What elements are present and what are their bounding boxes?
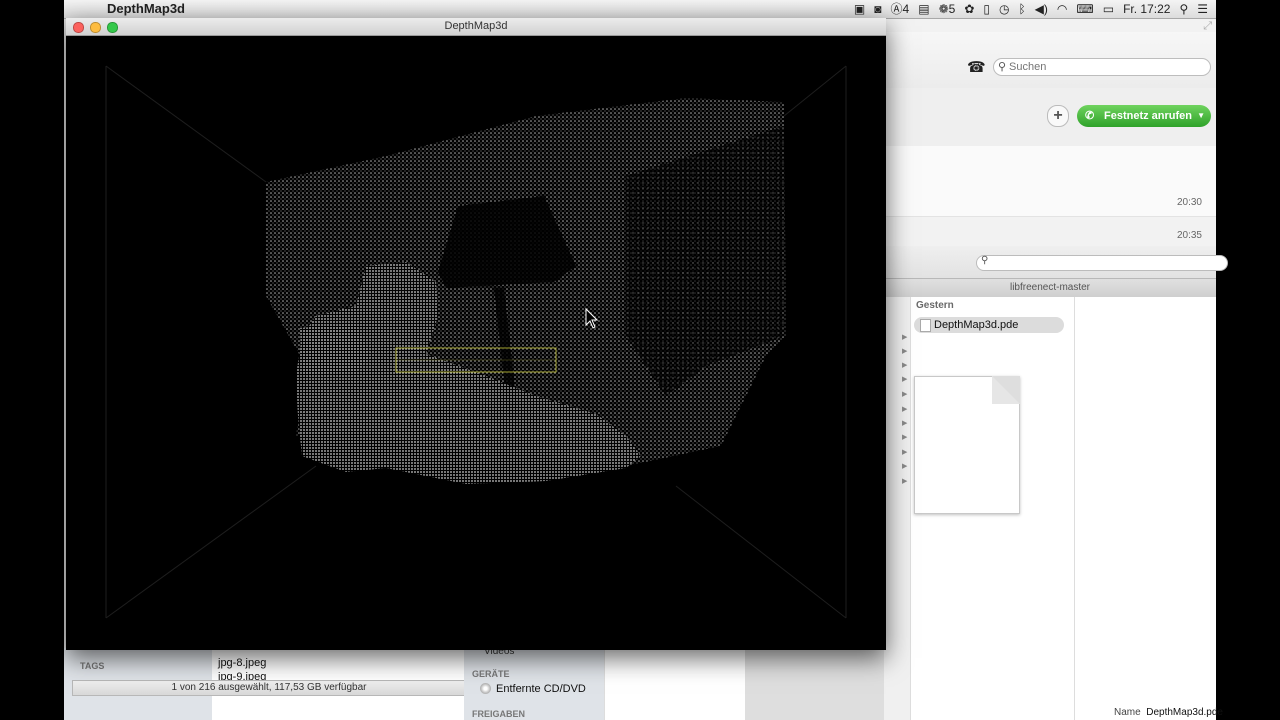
finder-toolbar: ⚲ — [884, 246, 1228, 278]
depthmap3d-window: DepthMap3d — [66, 18, 886, 650]
conversation-row[interactable] — [884, 180, 1216, 217]
disclosure-arrow-icon[interactable]: ▶ — [902, 347, 907, 355]
skype-search-field[interactable]: ⚲ — [993, 58, 1211, 76]
disclosure-arrow-icon[interactable]: ▶ — [902, 333, 907, 341]
conversation-time: 20:35 — [1176, 230, 1202, 241]
remote-disc-label: Entfernte CD/DVD — [496, 683, 586, 695]
bluetooth-icon[interactable]: ᛒ — [1018, 0, 1025, 18]
dialpad-phone-icon[interactable]: ☎ — [967, 58, 986, 76]
disc-icon — [480, 683, 491, 694]
finder-window: ⚲ libfreenect-master ▶ ▶ ▶ ▶ ▶ ▶ ▶ ▶ ▶ ▶… — [884, 246, 1228, 720]
phone-icon: ✆ — [1085, 110, 1095, 122]
chat-icon[interactable]: ▤ — [918, 0, 929, 18]
time-machine-icon[interactable]: ◷ — [999, 0, 1009, 18]
conversation-time: 20:30 — [1176, 197, 1202, 208]
sidebar-devices-header: GERÄTE — [472, 669, 510, 679]
notification-center-icon[interactable]: ☰ — [1197, 0, 1208, 18]
finder-path-title: libfreenect-master — [884, 278, 1216, 298]
status-badge: 4 — [902, 2, 910, 16]
finder-column-parent: ▶ ▶ ▶ ▶ ▶ ▶ ▶ ▶ ▶ ▶ ▶ — [884, 297, 911, 720]
info-value: DepthMap3d.pde — [1146, 707, 1223, 718]
chevron-down-icon[interactable]: ▼ — [1197, 105, 1205, 127]
battery-status-icon[interactable]: ▯ — [983, 0, 990, 18]
spotlight-search-icon[interactable]: ⚲ — [1179, 0, 1188, 18]
tray-icon[interactable]: ◙ — [874, 0, 881, 18]
file-info-name: Name DepthMap3d.pde — [1114, 707, 1223, 718]
keyboard-input-icon[interactable]: ⌨ — [1076, 0, 1093, 18]
disclosure-arrow-icon[interactable]: ▶ — [902, 448, 907, 456]
disclosure-arrow-icon[interactable]: ▶ — [902, 462, 907, 470]
volume-icon[interactable]: ◀) — [1035, 0, 1048, 18]
menu-bar: DepthMap3d ▣ ◙ Ⓐ4 ▤ ❁5 ✿ ▯ ◷ ᛒ ◀) ◠ ⌨ ▭ … — [64, 0, 1216, 19]
search-icon: ⚲ — [981, 255, 989, 266]
wifi-icon[interactable]: ◠ — [1057, 0, 1067, 18]
disclosure-arrow-icon[interactable]: ▶ — [902, 390, 907, 398]
info-label: Name — [1114, 707, 1141, 718]
app-menu[interactable]: DepthMap3d — [107, 0, 185, 18]
document-preview-icon — [914, 376, 1020, 514]
window-title: DepthMap3d — [444, 20, 508, 32]
date-group-header: Gestern — [916, 300, 954, 311]
add-button[interactable]: + — [1047, 105, 1069, 127]
window-titlebar[interactable]: DepthMap3d — [66, 18, 886, 36]
finder-search-field[interactable]: ⚲ — [976, 255, 1228, 271]
finder-sidebar-2: Videos GERÄTE Entfernte CD/DVD FREIGABEN — [464, 646, 604, 720]
document-icon — [920, 319, 931, 332]
status-badge: 5 — [948, 2, 956, 16]
file-item-selected[interactable]: DepthMap3d.pde — [914, 317, 1064, 333]
disclosure-arrow-icon[interactable]: ▶ — [902, 361, 907, 369]
sync-icon[interactable]: ❁5 — [939, 0, 956, 18]
disclosure-arrow-icon[interactable]: ▶ — [902, 477, 907, 485]
call-landline-label: Festnetz anrufen — [1104, 110, 1193, 122]
battery-icon[interactable]: ▭ — [1103, 0, 1114, 18]
sidebar-shares-header: FREIGABEN — [472, 709, 526, 719]
skype-icon[interactable]: ✿ — [964, 0, 974, 18]
clock[interactable]: Fr. 17:22 — [1123, 0, 1170, 18]
disclosure-arrow-icon[interactable]: ▶ — [902, 405, 907, 413]
skype-search-input[interactable] — [1009, 59, 1199, 75]
fullscreen-icon[interactable]: ⤢ — [1203, 20, 1212, 33]
call-landline-button[interactable]: ✆ Festnetz anrufen ▼ — [1077, 105, 1211, 127]
status-menu-items: ▣ ◙ Ⓐ4 ▤ ❁5 ✿ ▯ ◷ ᛒ ◀) ◠ ⌨ ▭ Fr. 17:22 ⚲… — [854, 0, 1208, 18]
finder-panel — [604, 648, 745, 720]
adobe-icon[interactable]: Ⓐ4 — [891, 0, 910, 18]
file-name: DepthMap3d.pde — [934, 319, 1019, 331]
sidebar-tags-header: TAGS — [80, 661, 105, 671]
finder-window-background: TAGS jpg-8.jpeg jpg-9.jpeg 1 von 216 aus… — [64, 646, 745, 720]
disclosure-arrow-icon[interactable]: ▶ — [902, 433, 907, 441]
disclosure-arrow-icon[interactable]: ▶ — [902, 375, 907, 383]
search-icon: ⚲ — [998, 61, 1007, 73]
list-item[interactable]: jpg-8.jpeg — [218, 657, 266, 669]
point-cloud-canvas[interactable] — [66, 36, 886, 650]
disclosure-arrow-icon[interactable]: ▶ — [902, 419, 907, 427]
skype-window: ⤢ ☎ ⚲ + ✆ Festnetz anrufen ▼ 20:30 20:35 — [884, 18, 1216, 280]
sidebar-item-remote-disc[interactable]: Entfernte CD/DVD — [480, 683, 586, 695]
camera-icon[interactable]: ▣ — [854, 0, 865, 18]
finder-status-bar: 1 von 216 ausgewählt, 117,53 GB verfügba… — [72, 680, 466, 696]
finder-preview-column — [1075, 297, 1216, 720]
